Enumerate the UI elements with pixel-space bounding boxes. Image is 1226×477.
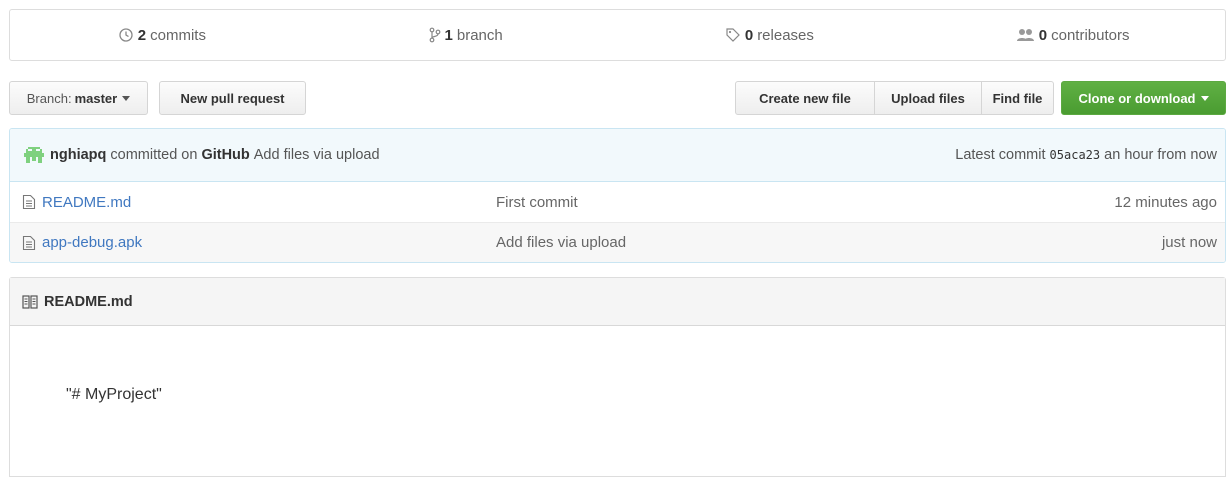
readme-content: "# MyProject": [66, 386, 162, 403]
releases-count: 0: [744, 26, 754, 44]
file-list: nghiapq committed on GitHub Add files vi…: [9, 128, 1226, 263]
file-text-icon: [22, 235, 36, 251]
file-commit-message-link[interactable]: Add files via upload: [496, 234, 1162, 251]
file-text-icon: [22, 194, 36, 210]
commits-count-link[interactable]: 2 commits: [10, 10, 314, 60]
clone-or-download-label: Clone or download: [1078, 90, 1196, 106]
file-actions-group: Create new file Upload files Find file: [735, 81, 1054, 115]
commit-author-link[interactable]: nghiapq: [50, 147, 106, 163]
latest-commit-label: Latest commit: [955, 147, 1046, 163]
commit-message-link[interactable]: Add files via upload: [254, 147, 380, 163]
file-commit-message-link[interactable]: First commit: [496, 194, 1114, 211]
branches-count: 1: [444, 26, 453, 44]
contributors-count-link[interactable]: 0 contributors: [921, 10, 1225, 60]
upload-files-button[interactable]: Upload files: [874, 81, 982, 115]
file-name-link[interactable]: app-debug.apk: [42, 234, 142, 251]
committer-name: GitHub: [201, 147, 250, 163]
new-pull-request-button[interactable]: New pull request: [159, 81, 306, 115]
releases-label: releases: [757, 26, 814, 44]
history-icon: [118, 27, 134, 43]
caret-down-icon: [1200, 95, 1209, 101]
people-icon: [1016, 28, 1035, 42]
table-row: app-debug.apk Add files via upload just …: [10, 222, 1225, 262]
commit-sha-link[interactable]: 05aca23: [1050, 148, 1101, 162]
repo-summary-bar: 2 commits 1 branch 0 releases 0 contribu…: [9, 9, 1226, 61]
clone-or-download-button[interactable]: Clone or download: [1061, 81, 1226, 115]
readme-panel: README.md "# MyProject": [9, 277, 1226, 477]
branches-label: branch: [456, 26, 503, 44]
avatar[interactable]: [24, 145, 44, 165]
commits-count: 2: [137, 26, 147, 44]
commits-label: commits: [150, 26, 206, 44]
branches-count-link[interactable]: 1 branch: [314, 10, 618, 60]
latest-commit-bar: nghiapq committed on GitHub Add files vi…: [10, 129, 1225, 182]
find-file-button[interactable]: Find file: [981, 81, 1054, 115]
readme-title: README.md: [44, 293, 133, 310]
caret-down-icon: [122, 95, 131, 101]
file-age: just now: [1161, 234, 1217, 251]
file-navigation-toolbar: Branch: master New pull request Create n…: [9, 81, 1226, 115]
file-rows: README.md First commit 12 minutes ago ap…: [10, 182, 1225, 262]
git-branch-icon: [429, 27, 441, 43]
tag-icon: [725, 27, 741, 43]
commit-time: an hour from now: [1104, 147, 1217, 163]
create-new-file-button[interactable]: Create new file: [735, 81, 875, 115]
table-row: README.md First commit 12 minutes ago: [10, 182, 1225, 222]
readme-header: README.md: [10, 278, 1225, 326]
book-icon: [22, 294, 38, 309]
committed-on-text: committed on: [110, 147, 198, 163]
file-name-link[interactable]: README.md: [42, 194, 131, 211]
branch-name: master: [74, 90, 118, 106]
contributors-label: contributors: [1051, 26, 1130, 44]
releases-count-link[interactable]: 0 releases: [618, 10, 922, 60]
contributors-count: 0: [1038, 26, 1048, 44]
branch-select-button[interactable]: Branch: master: [9, 81, 148, 115]
latest-commit-info: Latest commit 05aca23 an hour from now: [955, 147, 1217, 163]
branch-prefix: Branch:: [26, 90, 72, 106]
file-age: 12 minutes ago: [1114, 193, 1217, 211]
